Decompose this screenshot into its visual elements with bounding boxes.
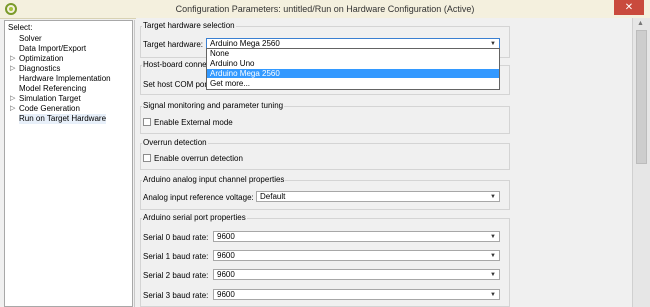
analog-reference-value: Default [260, 192, 286, 201]
target-hardware-group-title: Target hardware selection [142, 21, 236, 30]
scroll-up-arrow-icon[interactable]: ▲ [637, 20, 644, 27]
analog-reference-select[interactable]: Default ▼ [256, 191, 500, 202]
enable-overrun-detection-label[interactable]: Enable overrun detection [154, 154, 243, 163]
expand-arrow-icon[interactable]: ▷ [10, 54, 15, 64]
overrun-detection-group-title: Overrun detection [142, 138, 208, 147]
chevron-down-icon[interactable]: ▼ [490, 192, 496, 202]
tree-item-label: Run on Target Hardware [19, 114, 107, 123]
dropdown-option-arduino-mega-2560[interactable]: Arduino Mega 2560 [207, 69, 499, 78]
serial-3-value: 9600 [217, 290, 235, 299]
enable-overrun-detection-checkbox[interactable] [143, 154, 151, 162]
pane-splitter[interactable] [134, 20, 135, 307]
serial-0-baud-select[interactable]: 9600 ▼ [213, 231, 500, 242]
tree-item-code-generation[interactable]: ▷ Code Generation [10, 104, 80, 114]
serial-3-label: Serial 3 baud rate: [143, 291, 209, 300]
signal-monitoring-group-title: Signal monitoring and parameter tuning [142, 101, 285, 110]
enable-external-mode-label[interactable]: Enable External mode [154, 118, 233, 127]
analog-input-group-title: Arduino analog input channel properties [142, 175, 286, 184]
chevron-down-icon[interactable]: ▼ [490, 232, 496, 242]
serial-1-baud-select[interactable]: 9600 ▼ [213, 250, 500, 261]
tree-item-hardware-implementation[interactable]: Hardware Implementation [19, 74, 111, 84]
host-board-group-title: Host-board connec [142, 60, 212, 69]
serial-port-group-title: Arduino serial port properties [142, 213, 247, 222]
serial-1-label: Serial 1 baud rate: [143, 252, 209, 261]
serial-0-value: 9600 [217, 232, 235, 241]
tree-item-label: Model Referencing [19, 84, 87, 93]
analog-reference-label: Analog input reference voltage: [143, 193, 254, 202]
tree-item-label: Data Import/Export [19, 44, 87, 53]
tree-item-label: Code Generation [19, 104, 80, 113]
chevron-down-icon[interactable]: ▼ [490, 290, 496, 300]
tree-item-label: Hardware Implementation [19, 74, 111, 83]
window-title: Configuration Parameters: untitled/Run o… [175, 4, 475, 14]
tree-item-solver[interactable]: Solver [19, 34, 42, 44]
dropdown-option-none[interactable]: None [207, 49, 499, 58]
expand-arrow-icon[interactable]: ▷ [10, 64, 15, 74]
dropdown-option-get-more[interactable]: Get more... [207, 79, 499, 88]
serial-2-value: 9600 [217, 270, 235, 279]
expand-arrow-icon[interactable]: ▷ [10, 94, 15, 104]
serial-1-value: 9600 [217, 251, 235, 260]
category-tree: Select: Solver Data Import/Export ▷ Opti… [4, 20, 133, 307]
title-bar: Configuration Parameters: untitled/Run o… [0, 0, 650, 19]
serial-0-label: Serial 0 baud rate: [143, 233, 209, 242]
target-hardware-label: Target hardware: [143, 40, 204, 49]
tree-item-label: Optimization [19, 54, 64, 63]
tree-item-label: Simulation Target [19, 94, 81, 103]
target-hardware-dropdown-list: None Arduino Uno Arduino Mega 2560 Get m… [206, 48, 500, 90]
scrollbar-thumb[interactable] [636, 30, 647, 164]
close-window-button[interactable]: ✕ [614, 0, 644, 15]
tree-item-optimization[interactable]: ▷ Optimization [10, 54, 64, 64]
serial-2-label: Serial 2 baud rate: [143, 271, 209, 280]
chevron-down-icon[interactable]: ▼ [490, 270, 496, 280]
tree-item-model-referencing[interactable]: Model Referencing [19, 84, 86, 94]
tree-item-simulation-target[interactable]: ▷ Simulation Target [10, 94, 81, 104]
serial-2-baud-select[interactable]: 9600 ▼ [213, 269, 500, 280]
target-hardware-value: Arduino Mega 2560 [210, 39, 280, 48]
tree-item-diagnostics[interactable]: ▷ Diagnostics [10, 64, 61, 74]
enable-external-mode-checkbox[interactable] [143, 118, 151, 126]
vertical-scrollbar[interactable]: ▲ [632, 18, 650, 307]
chevron-down-icon[interactable]: ▼ [490, 251, 496, 261]
tree-item-run-on-target-hardware[interactable]: Run on Target Hardware [19, 114, 107, 124]
tree-header: Select: [8, 23, 33, 32]
expand-arrow-icon[interactable]: ▷ [10, 104, 15, 114]
host-com-port-label: Set host COM port [143, 80, 210, 89]
dropdown-option-arduino-uno[interactable]: Arduino Uno [207, 59, 499, 68]
tree-item-label: Solver [19, 34, 42, 43]
tree-item-label: Diagnostics [19, 64, 61, 73]
serial-3-baud-select[interactable]: 9600 ▼ [213, 289, 500, 300]
tree-item-data-import-export[interactable]: Data Import/Export [19, 44, 86, 54]
